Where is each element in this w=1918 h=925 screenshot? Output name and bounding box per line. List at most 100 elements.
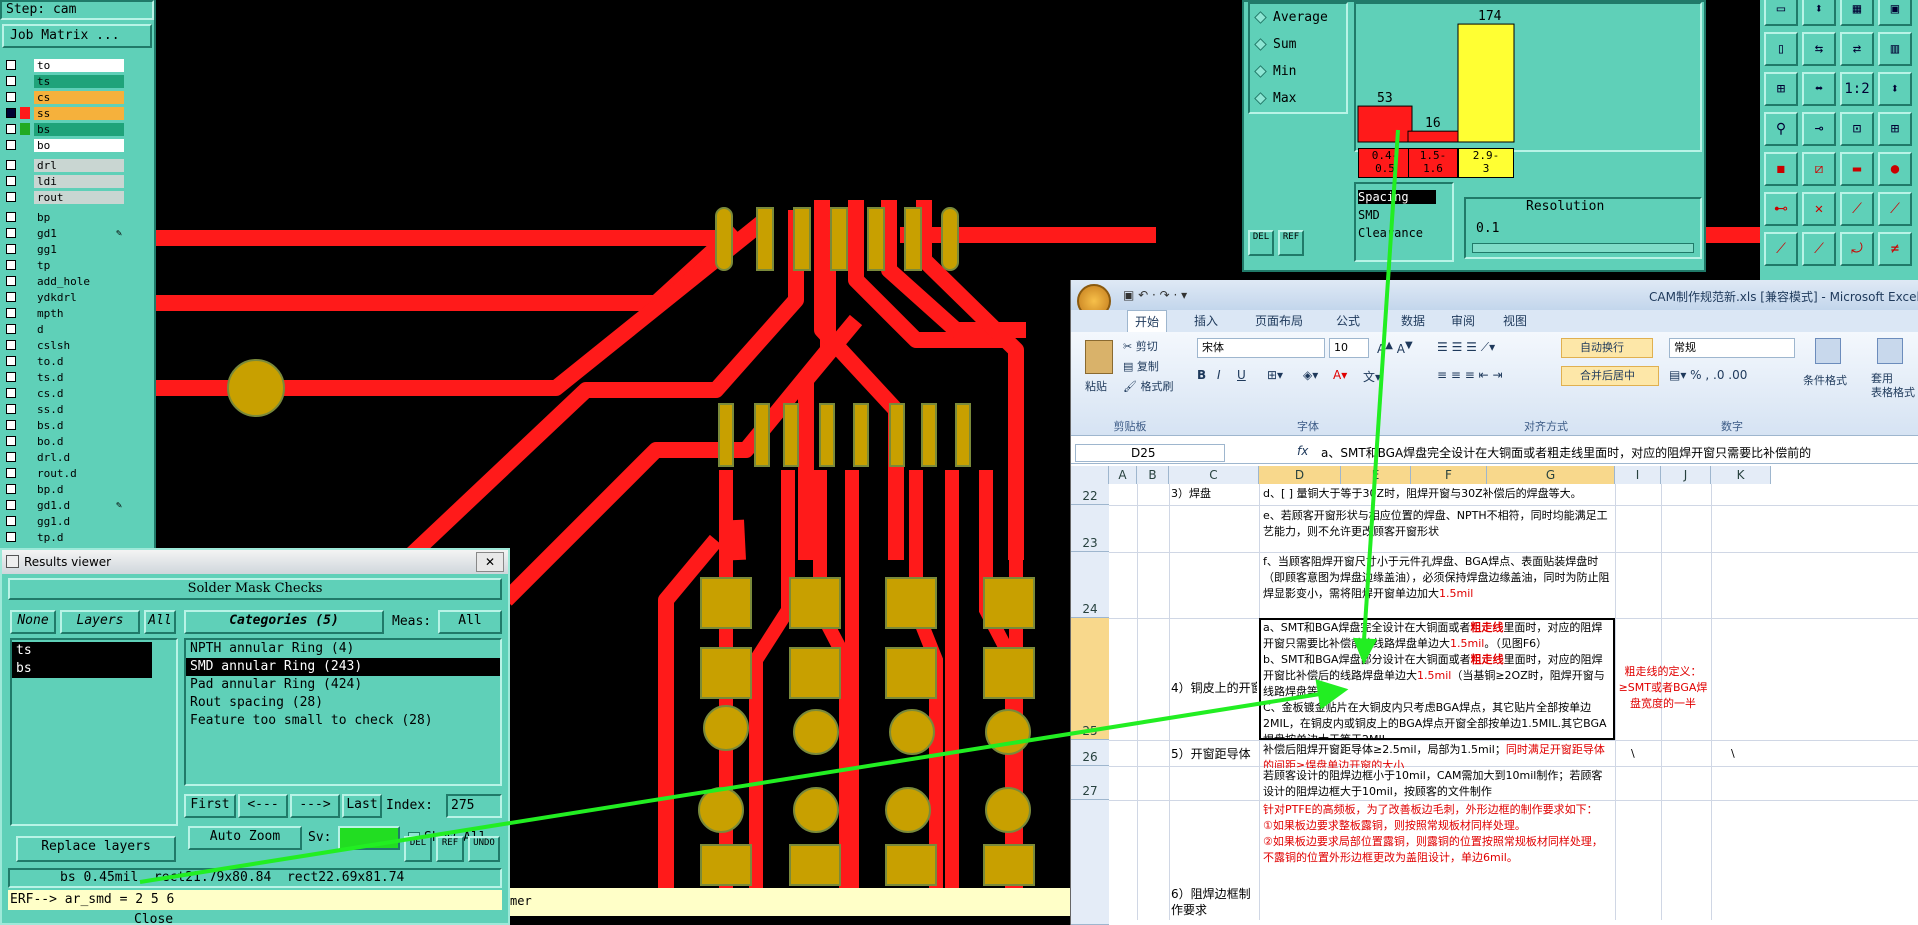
- layer-row[interactable]: bp: [6, 210, 124, 224]
- filter-icon[interactable]: ≠: [1878, 232, 1912, 266]
- row-header[interactable]: [1071, 800, 1109, 925]
- layer-color-swatch[interactable]: [20, 355, 30, 367]
- ribbon-tab[interactable]: 页面布局: [1239, 310, 1319, 332]
- align-icons[interactable]: ☰ ☰ ☰ ⟋▾: [1437, 340, 1495, 355]
- column-header[interactable]: J: [1661, 466, 1711, 484]
- number-format-icons[interactable]: ▤▾ % , .0 .00: [1669, 368, 1747, 382]
- layer-row[interactable]: rout.d: [6, 466, 124, 480]
- stats-del-button[interactable]: DEL: [1248, 230, 1274, 256]
- close-button[interactable]: Close: [134, 912, 173, 925]
- layer-color-swatch[interactable]: [20, 371, 30, 383]
- column-header[interactable]: I: [1615, 466, 1661, 484]
- layer-checkbox[interactable]: [6, 436, 16, 446]
- layer-color-swatch[interactable]: [20, 75, 30, 87]
- layer-color-swatch[interactable]: [20, 59, 30, 71]
- layer-row[interactable]: ts: [6, 74, 124, 88]
- layer-checkbox[interactable]: [6, 244, 16, 254]
- layer-color-swatch[interactable]: [20, 323, 30, 335]
- layer-row[interactable]: ss: [6, 106, 124, 120]
- paste-icon[interactable]: [1085, 340, 1113, 374]
- stat-option[interactable]: Average: [1254, 10, 1328, 25]
- layer-color-swatch[interactable]: [20, 175, 30, 187]
- line-icon[interactable]: ▬: [1840, 152, 1874, 186]
- font-color-button[interactable]: A▾: [1333, 368, 1347, 382]
- borders-button[interactable]: ⊞▾: [1267, 368, 1283, 382]
- table-format-button[interactable]: 套用 表格格式: [1871, 372, 1915, 400]
- column-header[interactable]: F: [1411, 466, 1487, 484]
- layer-checkbox[interactable]: [6, 108, 16, 118]
- layer-checkbox[interactable]: [6, 500, 16, 510]
- layer-color-swatch[interactable]: [20, 159, 30, 171]
- quick-access-icons[interactable]: ▣ ↶ · ↷ · ▾: [1123, 288, 1187, 302]
- italic-button[interactable]: I: [1217, 368, 1221, 382]
- layer-row[interactable]: bo.d: [6, 434, 124, 448]
- underline-button[interactable]: U: [1237, 368, 1246, 382]
- layer-row[interactable]: drl: [6, 158, 124, 172]
- layer-row[interactable]: ldi: [6, 174, 124, 188]
- row-header[interactable]: 22: [1071, 484, 1109, 505]
- font-grow-icon[interactable]: A▲ A▼: [1377, 340, 1413, 356]
- ribbon-tab[interactable]: 开始: [1127, 310, 1167, 332]
- layer-color-swatch[interactable]: [20, 291, 30, 303]
- merge-center-button[interactable]: 合并后居中: [1561, 366, 1659, 386]
- swap-v-icon[interactable]: ⇄: [1840, 32, 1874, 66]
- paste-button[interactable]: 粘贴: [1085, 378, 1107, 394]
- layer-color-swatch[interactable]: [20, 467, 30, 479]
- number-format-select[interactable]: 常规: [1669, 338, 1795, 358]
- layer-row[interactable]: cs: [6, 90, 124, 104]
- layer-row[interactable]: ss.d: [6, 402, 124, 416]
- layer-color-swatch[interactable]: [20, 275, 30, 287]
- first-button[interactable]: First: [184, 794, 236, 818]
- cut-button[interactable]: ✂ 剪切: [1123, 338, 1158, 354]
- layer-checkbox[interactable]: [6, 228, 16, 238]
- histogram-bar[interactable]: [1457, 23, 1515, 143]
- column-header[interactable]: E: [1341, 466, 1411, 484]
- scale-icon[interactable]: 1:2: [1840, 72, 1874, 106]
- layer-row[interactable]: gg1.d: [6, 514, 124, 528]
- layer-checkbox[interactable]: [6, 516, 16, 526]
- rotate-icon[interactable]: ⤾: [1840, 232, 1874, 266]
- layer-color-swatch[interactable]: [20, 403, 30, 415]
- layer-color-swatch[interactable]: [20, 259, 30, 271]
- layer-row[interactable]: bs: [6, 122, 124, 136]
- check-type-item[interactable]: Spacing: [1358, 190, 1436, 204]
- stats-ref-button[interactable]: REF: [1278, 230, 1304, 256]
- layer-color-swatch[interactable]: [20, 191, 30, 203]
- diamond-radio-icon[interactable]: [1254, 92, 1267, 105]
- stat-option[interactable]: Sum: [1254, 37, 1296, 52]
- result-category-item[interactable]: NPTH annular Ring (4): [186, 640, 500, 658]
- fill-color-button[interactable]: ◈▾: [1303, 368, 1318, 382]
- all-button[interactable]: All: [144, 610, 176, 634]
- search-icon[interactable]: ⚲: [1764, 112, 1798, 146]
- erase-icon[interactable]: ⧄: [1802, 152, 1836, 186]
- fill-icon[interactable]: ◼: [1764, 152, 1798, 186]
- column-header[interactable]: K: [1711, 466, 1771, 484]
- conditional-format-button[interactable]: 条件格式: [1803, 372, 1847, 388]
- select-icon[interactable]: ⊡: [1840, 112, 1874, 146]
- layer-color-swatch[interactable]: [20, 307, 30, 319]
- result-category-item[interactable]: Pad annular Ring (424): [186, 676, 500, 694]
- diamond-radio-icon[interactable]: [1254, 65, 1267, 78]
- row-header[interactable]: 26: [1071, 740, 1109, 766]
- layer-row[interactable]: bs.d: [6, 418, 124, 432]
- panel-icon[interactable]: ▯: [1764, 32, 1798, 66]
- result-layer-item[interactable]: ts: [12, 642, 152, 660]
- layer-color-swatch[interactable]: [20, 227, 30, 239]
- layer-row[interactable]: to.d: [6, 354, 124, 368]
- swap-h-icon[interactable]: ⇆: [1802, 32, 1836, 66]
- layer-checkbox[interactable]: [6, 340, 16, 350]
- layer-row[interactable]: drl.d: [6, 450, 124, 464]
- layer-checkbox[interactable]: [6, 176, 16, 186]
- layer-row[interactable]: gd1 ✎: [6, 226, 124, 240]
- ribbon-tab[interactable]: 公式: [1325, 310, 1371, 332]
- layer-checkbox[interactable]: [6, 468, 16, 478]
- layer-color-swatch[interactable]: [20, 435, 30, 447]
- layer-row[interactable]: mpth: [6, 306, 124, 320]
- close-icon[interactable]: ✕: [476, 552, 504, 572]
- wrap-text-button[interactable]: 自动换行: [1561, 338, 1653, 358]
- results-undo-button[interactable]: UNDO: [468, 836, 500, 862]
- layer-row[interactable]: to: [6, 58, 124, 72]
- check-type-item[interactable]: SMD: [1358, 208, 1436, 222]
- layer-checkbox[interactable]: [6, 388, 16, 398]
- layer-checkbox[interactable]: [6, 356, 16, 366]
